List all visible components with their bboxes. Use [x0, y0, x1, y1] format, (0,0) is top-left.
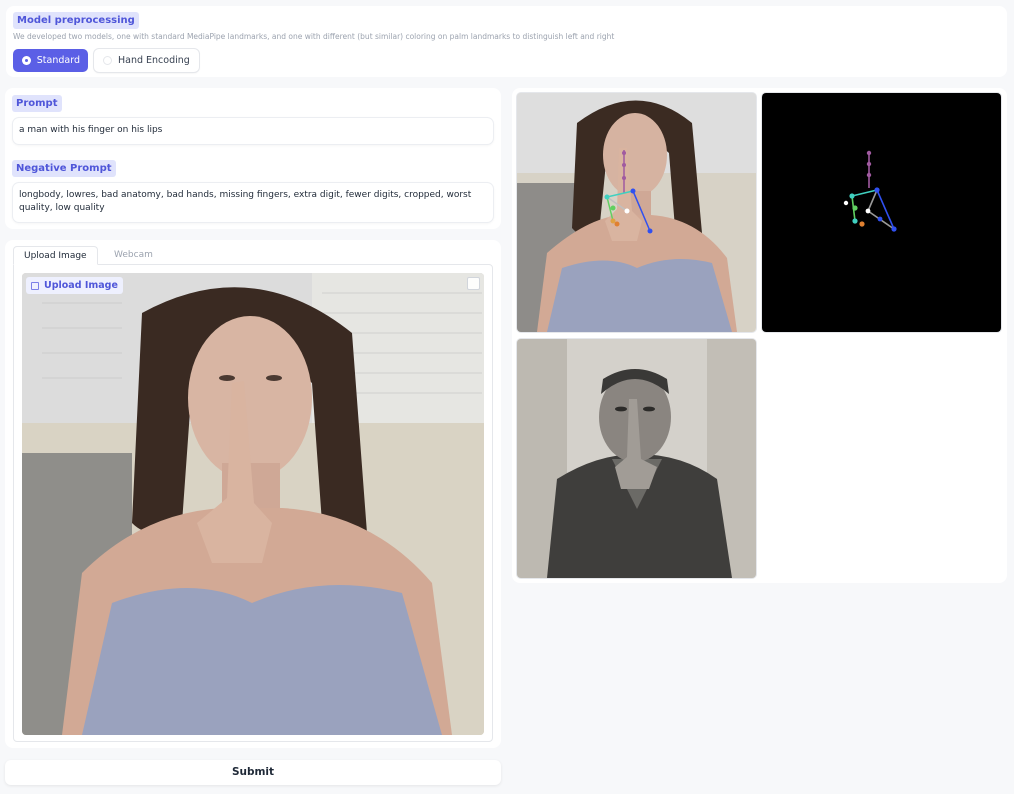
negative-prompt-label: Negative Prompt — [12, 160, 116, 177]
model-preprocessing-label: Model preprocessing — [13, 12, 139, 29]
submit-button[interactable]: Submit — [5, 760, 501, 785]
model-description: We developed two models, one with standa… — [13, 32, 615, 41]
radio-unchecked-icon — [103, 56, 112, 65]
radio-standard[interactable]: Standard — [13, 49, 88, 72]
model-preprocessing-panel: Model preprocessing We developed two mod… — [6, 6, 1007, 77]
photo-with-landmarks — [517, 93, 756, 332]
gallery-image-landmarks[interactable] — [517, 93, 756, 332]
woman-shush-photo — [22, 273, 484, 735]
tab-upload-image[interactable]: Upload Image — [13, 246, 98, 265]
radio-hand-encoding-label: Hand Encoding — [118, 55, 190, 66]
gallery-image-skeleton[interactable] — [762, 93, 1001, 332]
radio-standard-label: Standard — [36, 55, 80, 66]
prompt-panel: Prompt a man with his finger on his lips… — [5, 88, 501, 229]
download-icon[interactable] — [467, 277, 480, 290]
upload-image-chip-label: Upload Image — [44, 280, 118, 291]
uploaded-image[interactable]: Upload Image — [22, 273, 484, 735]
radio-checked-icon — [22, 56, 31, 65]
image-input-panel: Upload Image Webcam Upload Image — [5, 240, 501, 748]
hand-skeleton — [762, 93, 1001, 332]
output-gallery — [512, 88, 1007, 583]
negative-prompt-input[interactable]: longbody, lowres, bad anatomy, bad hands… — [13, 183, 493, 222]
upload-image-chip: Upload Image — [26, 277, 123, 294]
gallery-image-generated[interactable] — [517, 339, 756, 578]
radio-hand-encoding[interactable]: Hand Encoding — [94, 49, 199, 72]
prompt-input[interactable]: a man with his finger on his lips — [13, 118, 493, 144]
tab-webcam[interactable]: Webcam — [104, 246, 163, 265]
man-shush-photo — [517, 339, 756, 578]
image-icon — [31, 281, 39, 290]
prompt-label: Prompt — [12, 95, 62, 112]
